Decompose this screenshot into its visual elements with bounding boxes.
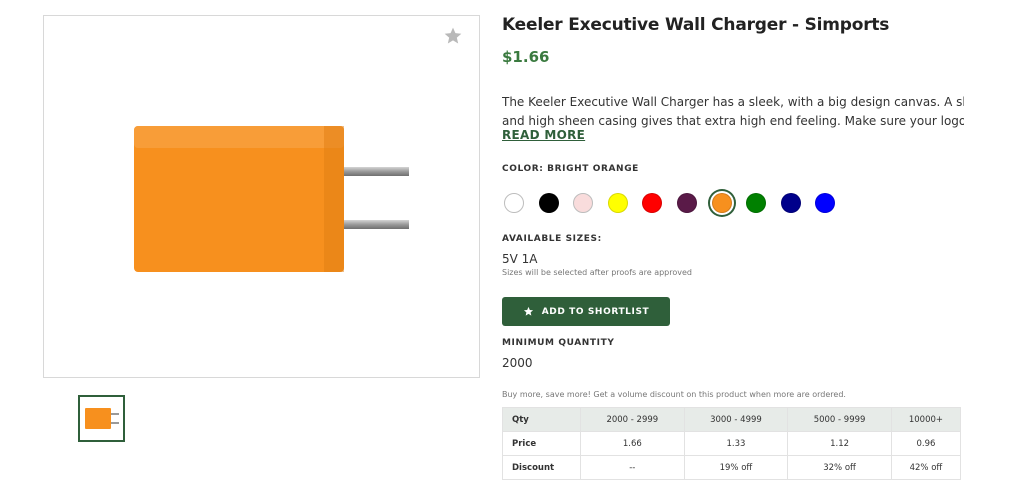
thumbnail-image[interactable] <box>78 395 125 442</box>
shortlist-label: ADD TO SHORTLIST <box>541 306 650 317</box>
table-cell: Discount <box>502 455 581 480</box>
star-icon <box>523 306 533 316</box>
table-header-cell: 5000 - 9999 <box>787 407 892 432</box>
color-label: COLOR: BRIGHT ORANGE <box>502 164 639 174</box>
sizes-label: AVAILABLE SIZES: <box>502 234 602 244</box>
read-more-link[interactable]: READ MORE <box>502 128 585 142</box>
table-cell: 42% off <box>890 455 962 480</box>
table-row-price: Price 1.66 1.33 1.12 0.96 <box>502 431 962 456</box>
minimum-quantity-label: MINIMUM QUANTITY <box>502 338 615 348</box>
volume-discount-note: Buy more, save more! Get a volume discou… <box>502 390 846 399</box>
color-swatch-white[interactable] <box>504 193 524 213</box>
table-cell: 1.33 <box>683 431 789 456</box>
table-header-cell: Qty <box>502 407 581 432</box>
volume-pricing-table: Qty 2000 - 2999 3000 - 4999 5000 - 9999 … <box>502 407 962 480</box>
add-to-shortlist-button[interactable]: ADD TO SHORTLIST <box>502 297 670 326</box>
color-swatch-pink[interactable] <box>573 193 594 213</box>
table-cell: 1.66 <box>580 431 685 456</box>
table-row-discount: Discount -- 19% off 32% off 42% off <box>502 455 962 480</box>
color-swatch-blue[interactable] <box>815 193 836 213</box>
table-cell: -- <box>580 455 685 480</box>
table-cell: 0.96 <box>890 431 962 456</box>
product-price: $1.66 <box>502 48 550 66</box>
table-cell: 19% off <box>683 455 789 480</box>
wall-charger-image <box>134 126 409 272</box>
size-value: 5V 1A <box>502 252 538 266</box>
color-swatch-red[interactable] <box>642 193 663 213</box>
product-main-image <box>43 15 480 378</box>
table-header-cell: 10000+ <box>890 407 962 432</box>
table-cell: 32% off <box>787 455 892 480</box>
product-description: The Keeler Executive Wall Charger has a … <box>502 93 964 131</box>
minimum-quantity-value: 2000 <box>502 356 533 370</box>
table-cell: Price <box>502 431 581 456</box>
color-swatch-yellow[interactable] <box>607 193 628 213</box>
description-line: The Keeler Executive Wall Charger has a … <box>502 95 964 109</box>
thumbnail-charger-image <box>85 408 119 429</box>
color-swatch-bright-orange[interactable] <box>711 193 732 213</box>
table-header-row: Qty 2000 - 2999 3000 - 4999 5000 - 9999 … <box>502 407 962 432</box>
size-note: Sizes will be selected after proofs are … <box>502 268 692 277</box>
table-cell: 1.12 <box>787 431 892 456</box>
charger-prong-top <box>337 167 409 176</box>
color-swatch-maroon[interactable] <box>677 193 697 213</box>
color-swatch-navy[interactable] <box>780 193 801 213</box>
favorite-star-icon[interactable] <box>443 26 463 46</box>
product-title: Keeler Executive Wall Charger - Simports <box>502 15 890 35</box>
color-swatch-green[interactable] <box>746 193 767 213</box>
table-header-cell: 3000 - 4999 <box>683 407 789 432</box>
color-swatch-black[interactable] <box>538 193 559 213</box>
charger-prong-bottom <box>337 220 409 229</box>
table-header-cell: 2000 - 2999 <box>580 407 685 432</box>
